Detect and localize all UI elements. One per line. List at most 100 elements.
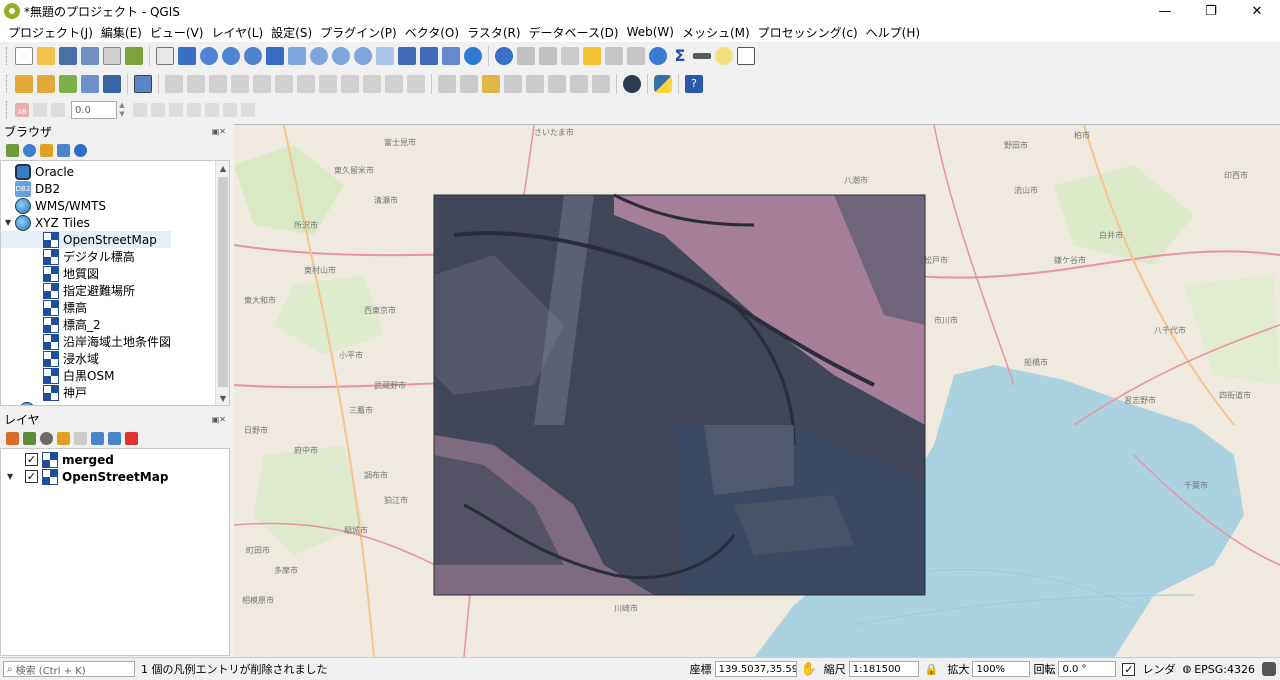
filter-by-expression-icon[interactable] [74,431,87,445]
buffer-icon[interactable] [151,103,165,117]
label-toolbar-icon[interactable] [438,75,456,93]
browser-item-bw-osm[interactable]: 白黒OSM [43,367,114,384]
vertex-tool-icon[interactable] [253,75,271,93]
save-edits-icon[interactable] [209,75,227,93]
panel-float-close-icon[interactable]: ▣✕ [212,415,226,424]
menu-vector[interactable]: ベクタ(O) [401,24,463,41]
browser-item-db2[interactable]: DB2 DB2 [5,180,60,197]
map-canvas[interactable]: さいたま市 富士見市 所沢市 東村山市 東大和市 小平市 西東京市 武蔵野市 三… [234,124,1280,657]
attribute-table-icon[interactable] [605,47,623,65]
crs-button[interactable]: EPSG:4326 [1194,663,1255,676]
new-project-icon[interactable] [15,47,33,65]
scroll-up-icon[interactable]: ▲ [216,161,229,175]
move-label-icon[interactable] [548,75,566,93]
browser-item-flood[interactable]: 浸水域 [43,350,99,367]
browser-item-coastal[interactable]: 沿岸海域土地条件図 [43,333,171,350]
coordinate-field[interactable]: 139.5037,35.5997 [714,661,797,677]
toolbar-grip[interactable] [6,75,9,93]
close-button[interactable]: ✕ [1234,0,1280,22]
scrollbar-thumb[interactable] [218,177,228,387]
zoom-in-icon[interactable] [200,47,218,65]
mapswipe-icon[interactable] [623,75,641,93]
style-manager-icon[interactable] [125,47,143,65]
select-by-value-icon[interactable] [561,47,579,65]
toggle-editing-icon[interactable] [187,75,205,93]
toolbar-grip[interactable] [6,47,9,65]
browser-scrollbar[interactable]: ▲ ▼ [215,161,229,405]
manage-map-themes-icon[interactable] [40,431,53,445]
collapse-all-icon[interactable] [108,431,121,445]
open-project-icon[interactable] [37,47,55,65]
browser-item-elevation-2[interactable]: 標高_2 [43,316,101,333]
expanded-arrow-icon[interactable]: ▼ [5,218,15,227]
current-edits-icon[interactable] [165,75,183,93]
expand-all-icon[interactable] [91,431,104,445]
magnifier-spinbox[interactable]: 100% [972,661,1031,677]
help-icon[interactable]: ? [685,75,703,93]
add-feature-icon[interactable] [231,75,249,93]
bookmark-icon[interactable] [420,47,438,65]
scale-combobox[interactable]: 1:181500 [848,661,919,677]
python-console-icon[interactable] [654,75,672,93]
menu-database[interactable]: データベース(D) [525,24,623,41]
zoom-native-icon[interactable] [332,47,350,65]
expanded-arrow-icon[interactable]: ▼ [7,472,25,481]
delete-selected-icon[interactable] [297,75,315,93]
filter-icon[interactable] [40,143,53,157]
zoom-to-selection-icon[interactable] [288,47,306,65]
collapse-all-icon[interactable] [57,143,70,157]
map-tips-icon[interactable] [715,47,733,65]
placement-icon[interactable] [187,103,201,117]
shadow-icon[interactable] [169,103,183,117]
show-bookmarks-icon[interactable] [442,47,460,65]
callout-icon[interactable] [223,103,237,117]
menu-web[interactable]: Web(W) [623,25,678,39]
change-label-icon[interactable] [592,75,610,93]
show-hide-labels-icon[interactable] [526,75,544,93]
layer-item-merged[interactable]: ✓ merged [25,451,114,468]
menu-plugins[interactable]: プラグイン(P) [316,24,401,41]
browser-item-kobe[interactable]: 神戸 [43,384,87,401]
menu-layer[interactable]: レイヤ(L) [207,24,267,41]
font-bold-icon[interactable] [33,103,47,117]
background-icon[interactable] [241,103,255,117]
zoom-rubber-band-icon[interactable] [244,47,262,65]
filter-legend-icon[interactable] [57,431,70,445]
menu-edit[interactable]: 編集(E) [97,24,146,41]
rotation-spinbox[interactable]: 0.0 ° [1058,661,1117,677]
render-checkbox[interactable]: ✓ [1122,662,1136,676]
minimize-button[interactable]: — [1142,0,1188,22]
deselect-all-icon[interactable] [583,47,601,65]
menu-settings[interactable]: 設定(S) [267,24,316,41]
font-size-spinner[interactable]: ▲ ▼ [117,101,127,119]
actions-icon[interactable] [517,47,535,65]
browser-item-wms[interactable]: WMS/WMTS [5,197,106,214]
select-features-icon[interactable] [539,47,557,65]
paste-features-icon[interactable] [363,75,381,93]
zoom-full-icon[interactable] [266,47,284,65]
new-virtual-layer-icon[interactable] [103,75,121,93]
new-geopackage-icon[interactable] [37,75,55,93]
print-layout-icon[interactable] [103,47,121,65]
font-italic-icon[interactable] [51,103,65,117]
panel-float-close-icon[interactable]: ▣✕ [212,127,226,136]
layer-visibility-checkbox[interactable]: ✓ [25,453,38,466]
refresh-icon[interactable] [464,47,482,65]
rotate-label-icon[interactable] [570,75,588,93]
statistical-summary-icon[interactable]: Σ [671,47,689,65]
digitizing-icon[interactable] [134,75,152,93]
menu-help[interactable]: ヘルプ(H) [862,24,924,41]
extents-toggle-icon[interactable]: ✋ [801,662,817,677]
pan-to-selection-icon[interactable] [178,47,196,65]
cut-features-icon[interactable] [319,75,337,93]
pin-labels-icon[interactable] [504,75,522,93]
remove-layer-icon[interactable] [125,431,138,445]
rendering-icon[interactable] [205,103,219,117]
browser-item-geology[interactable]: 地質図 [43,265,99,282]
menu-raster[interactable]: ラスタ(R) [463,24,524,41]
zoom-last-icon[interactable] [354,47,372,65]
undo-icon[interactable] [385,75,403,93]
data-source-manager-icon[interactable] [15,75,33,93]
processing-toolbox-icon[interactable] [649,47,667,65]
browser-item-partial[interactable] [19,401,39,405]
